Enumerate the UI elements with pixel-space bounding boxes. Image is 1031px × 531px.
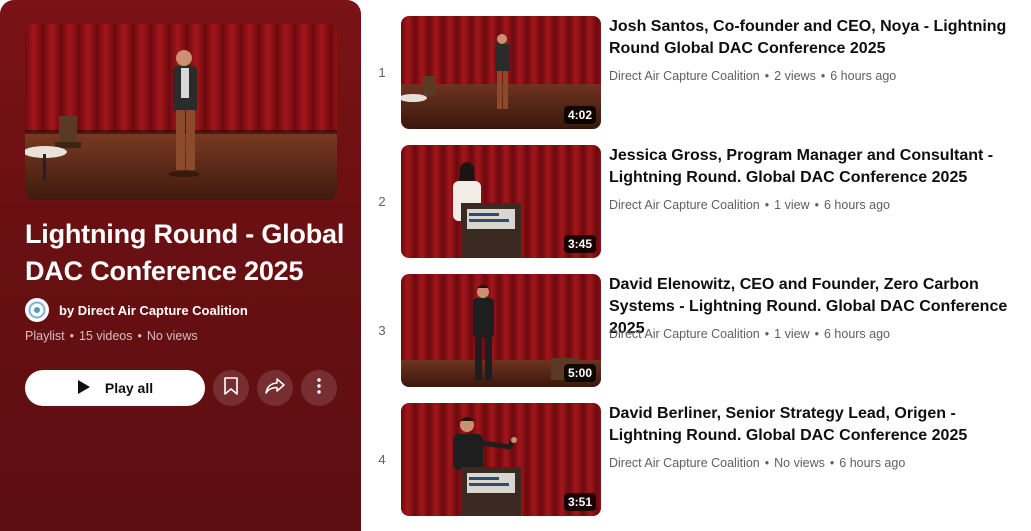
video-title[interactable]: Jessica Gross, Program Manager and Consu… [609,145,1029,189]
meta-separator: • [764,69,770,83]
video-age: 6 hours ago [839,456,906,470]
video-thumbnail[interactable]: 4:02 [401,16,601,129]
channel-avatar-icon[interactable] [25,298,49,322]
meta-separator: • [814,198,819,212]
meta-separator: • [764,456,770,470]
owner-name[interactable]: by Direct Air Capture Coalition [59,303,248,318]
video-age: 6 hours ago [830,69,897,83]
meta-separator: • [829,456,835,470]
playlist-video-count: 15 videos [78,329,133,343]
meta-separator: • [137,329,142,343]
video-thumbnail[interactable]: 3:45 [401,145,601,258]
video-meta: Direct Air Capture Coalition • 1 view • … [609,327,890,341]
video-meta: Direct Air Capture Coalition • 2 views •… [609,69,896,83]
playlist-video-item[interactable]: 2 3:45 Jessica Gross, Program Manager an… [370,145,1031,259]
playlist-owner[interactable]: by Direct Air Capture Coalition [25,297,248,323]
play-icon [77,379,91,398]
video-index: 4 [378,452,386,467]
playlist-meta: Playlist • 15 videos • No views [25,329,198,343]
playlist-header-panel: Lightning Round - Global DAC Conference … [0,0,361,531]
video-duration: 4:02 [563,106,596,124]
video-views: 2 views [774,69,816,83]
video-duration: 3:45 [563,235,596,253]
video-meta: Direct Air Capture Coalition • No views … [609,456,905,470]
save-button[interactable] [213,370,249,406]
video-age: 6 hours ago [823,327,891,341]
playlist-video-item[interactable]: 1 4:02 Josh Santos, Co-founder and CEO, … [370,16,1031,130]
video-title[interactable]: David Berliner, Senior Strategy Lead, Or… [609,403,1029,447]
playlist-type: Playlist [25,329,65,343]
playlist-views: No views [146,329,198,343]
playlist-thumbnail-image [25,24,337,200]
meta-separator: • [69,329,74,343]
more-actions-button[interactable] [301,370,337,406]
video-channel[interactable]: Direct Air Capture Coalition [609,69,760,83]
video-channel[interactable]: Direct Air Capture Coalition [609,327,760,341]
playlist-thumbnail[interactable] [25,24,337,200]
playlist-video-item[interactable]: 3 5:00 David Elenowitz, CEO and Founder,… [370,274,1031,388]
video-duration: 5:00 [563,364,596,382]
video-views: 1 view [774,198,810,212]
save-icon [223,376,239,400]
video-index: 3 [378,323,386,338]
playlist-title: Lightning Round - Global DAC Conference … [25,219,345,286]
meta-separator: • [820,69,826,83]
video-age: 6 hours ago [823,198,891,212]
video-thumbnail[interactable]: 5:00 [401,274,601,387]
video-title[interactable]: Josh Santos, Co-founder and CEO, Noya - … [609,16,1029,60]
share-button[interactable] [257,370,293,406]
play-all-button[interactable]: Play all [25,370,205,406]
meta-separator: • [764,198,770,212]
video-views: 1 view [774,327,810,341]
video-channel[interactable]: Direct Air Capture Coalition [609,456,760,470]
playlist-video-item[interactable]: 4 3:51 David Berliner, Senior Strategy L… [370,403,1031,517]
more-icon [317,377,321,399]
share-icon [265,377,285,400]
video-thumbnail[interactable]: 3:51 [401,403,601,516]
video-views: No views [774,456,825,470]
video-index: 1 [378,65,386,80]
meta-separator: • [814,327,819,341]
meta-separator: • [764,327,770,341]
video-duration: 3:51 [563,493,596,511]
video-channel[interactable]: Direct Air Capture Coalition [609,198,760,212]
video-meta: Direct Air Capture Coalition • 1 view • … [609,198,890,212]
video-index: 2 [378,194,386,209]
play-all-label: Play all [104,380,154,396]
